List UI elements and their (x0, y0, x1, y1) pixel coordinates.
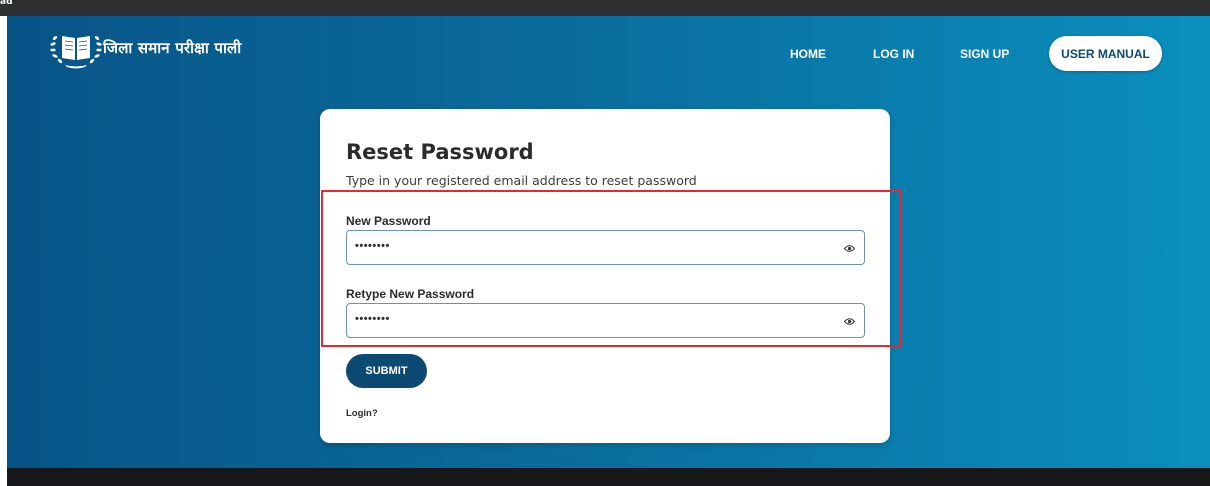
page-title: Reset Password (346, 140, 534, 164)
submit-button[interactable]: SUBMIT (346, 354, 427, 388)
open-book-laurel-icon (50, 36, 102, 69)
nav-home-link[interactable]: HOME (790, 47, 826, 61)
nav-signup-link[interactable]: SIGN UP (960, 47, 1009, 61)
left-strip (0, 16, 7, 486)
user-manual-button[interactable]: USER MANUAL (1049, 36, 1162, 71)
footer-strip (7, 468, 1210, 486)
login-link[interactable]: Login? (346, 408, 378, 419)
nav-login-link[interactable]: LOG IN (873, 47, 914, 61)
brand[interactable]: जिला समान परीक्षा पाली (45, 30, 242, 69)
top-strip: ad (0, 0, 1210, 16)
top-strip-text: ad (0, 0, 13, 7)
highlight-box (321, 190, 901, 347)
card-subtitle: Type in your registered email address to… (346, 173, 697, 188)
brand-name: जिला समान परीक्षा पाली (103, 39, 242, 57)
